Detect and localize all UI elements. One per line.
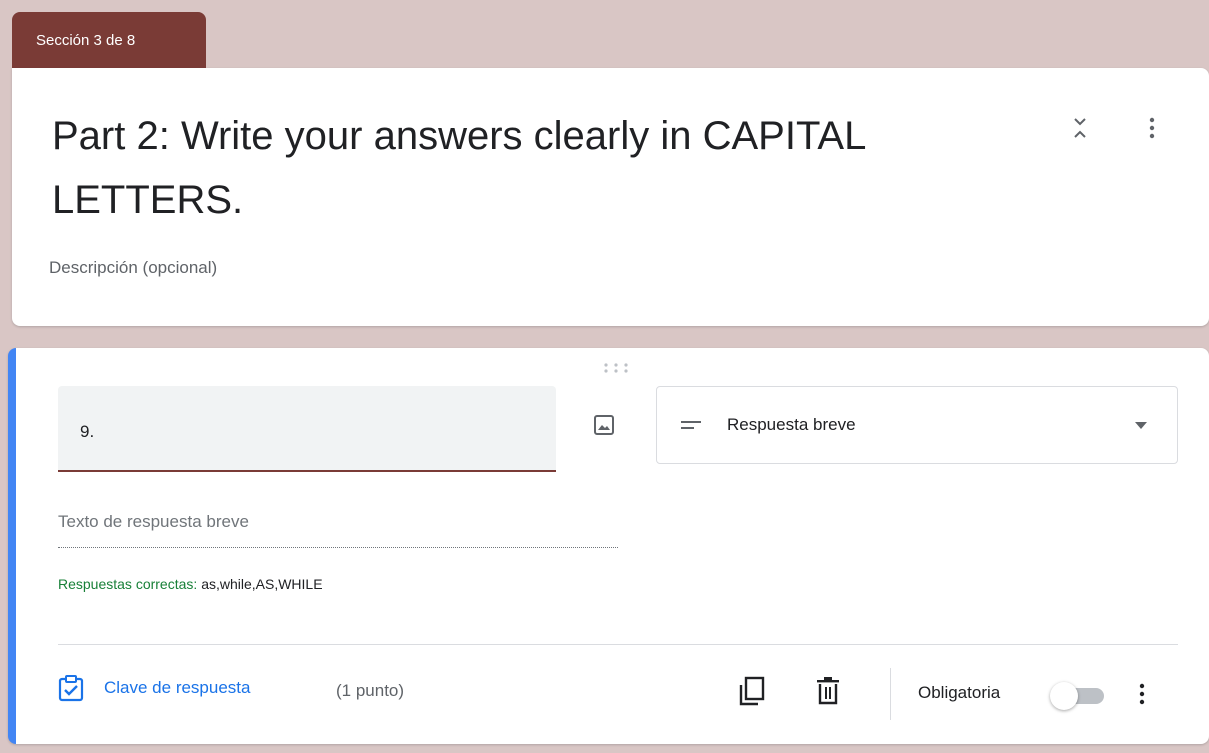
- section-description-field[interactable]: Descripción (opcional): [49, 258, 217, 278]
- image-icon[interactable]: [588, 409, 620, 441]
- question-more-icon[interactable]: [1126, 678, 1158, 710]
- question-title-input[interactable]: 9.: [58, 386, 556, 472]
- answer-key-button[interactable]: Clave de respuesta: [58, 674, 250, 702]
- footer-divider: [58, 644, 1178, 645]
- question-type-label: Respuesta breve: [727, 415, 856, 434]
- section-tab-label: Sección 3 de 8: [36, 32, 136, 49]
- dropdown-arrow-icon: [1135, 421, 1147, 429]
- clipboard-check-icon: [58, 674, 84, 702]
- correct-answers: Respuestas correctas: as,while,AS,WHILE: [58, 576, 323, 592]
- duplicate-icon[interactable]: [736, 675, 768, 707]
- question-type-dropdown[interactable]: Respuesta breve: [656, 386, 1178, 464]
- drag-handle-icon[interactable]: [596, 356, 636, 380]
- answer-key-label: Clave de respuesta: [104, 678, 251, 697]
- section-title[interactable]: Part 2: Write your answers clearly in CA…: [52, 104, 872, 232]
- footer-vertical-divider: [890, 668, 891, 720]
- points-label: (1 punto): [336, 681, 405, 700]
- section-header-card: Part 2: Write your answers clearly in CA…: [12, 68, 1209, 326]
- correct-answers-values: as,while,AS,WHILE: [201, 576, 323, 592]
- correct-answers-label: Respuestas correctas:: [58, 576, 198, 592]
- toggle-knob: [1050, 682, 1078, 710]
- short-text-icon: [681, 419, 703, 431]
- question-card[interactable]: 9. Respuesta breve Texto de respuesta br…: [8, 348, 1209, 744]
- more-vert-icon[interactable]: [1136, 112, 1168, 144]
- section-tab: Sección 3 de 8: [12, 12, 206, 68]
- question-title: 9.: [80, 422, 95, 441]
- required-toggle[interactable]: [1048, 680, 1108, 710]
- collapse-icon[interactable]: [1064, 112, 1096, 144]
- delete-icon[interactable]: [812, 675, 844, 707]
- short-answer-placeholder: Texto de respuesta breve: [58, 508, 618, 548]
- required-label: Obligatoria: [918, 683, 1001, 702]
